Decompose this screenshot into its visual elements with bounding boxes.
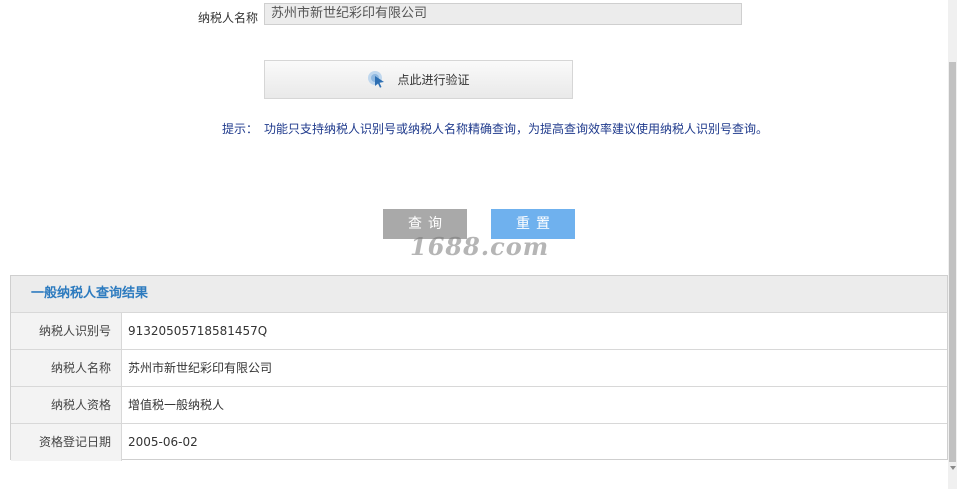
verify-button-label: 点此进行验证 xyxy=(397,73,470,87)
result-panel: 一般纳税人查询结果 纳税人识别号 91320505718581457Q 纳税人名… xyxy=(10,275,948,461)
row-value: 苏州市新世纪彩印有限公司 xyxy=(128,361,273,375)
table-row: 纳税人识别号 91320505718581457Q xyxy=(11,313,947,350)
table-row: 纳税人资格 增值税一般纳税人 xyxy=(11,387,947,424)
row-label: 资格登记日期 xyxy=(11,424,122,461)
hint-text: 功能只支持纳税人识别号或纳税人名称精确查询，为提高查询效率建议使用纳税人识别号查… xyxy=(264,122,769,136)
table-row: 纳税人名称 苏州市新世纪彩印有限公司 xyxy=(11,350,947,387)
hint-label: 提示： xyxy=(222,122,259,136)
cursor-click-icon xyxy=(367,70,387,90)
result-title: 一般纳税人查询结果 xyxy=(11,276,947,313)
taxpayer-name-label: 纳税人名称 xyxy=(197,11,258,25)
row-value: 2005-06-02 xyxy=(128,435,198,449)
scrollbar-thumb[interactable] xyxy=(949,62,956,462)
table-row: 资格登记日期 2005-06-02 xyxy=(11,424,947,461)
taxpayer-name-input[interactable]: 苏州市新世纪彩印有限公司 xyxy=(264,3,742,25)
verify-button[interactable]: 点此进行验证 xyxy=(264,60,573,99)
watermark: 1688.com xyxy=(410,232,550,261)
vertical-scrollbar[interactable] xyxy=(948,0,957,489)
row-label: 纳税人识别号 xyxy=(11,313,122,349)
row-value: 91320505718581457Q xyxy=(128,324,268,338)
scroll-down-arrow-icon[interactable] xyxy=(950,466,956,470)
row-label: 纳税人资格 xyxy=(11,387,122,423)
row-label: 纳税人名称 xyxy=(11,350,122,386)
row-value: 增值税一般纳税人 xyxy=(128,398,225,412)
